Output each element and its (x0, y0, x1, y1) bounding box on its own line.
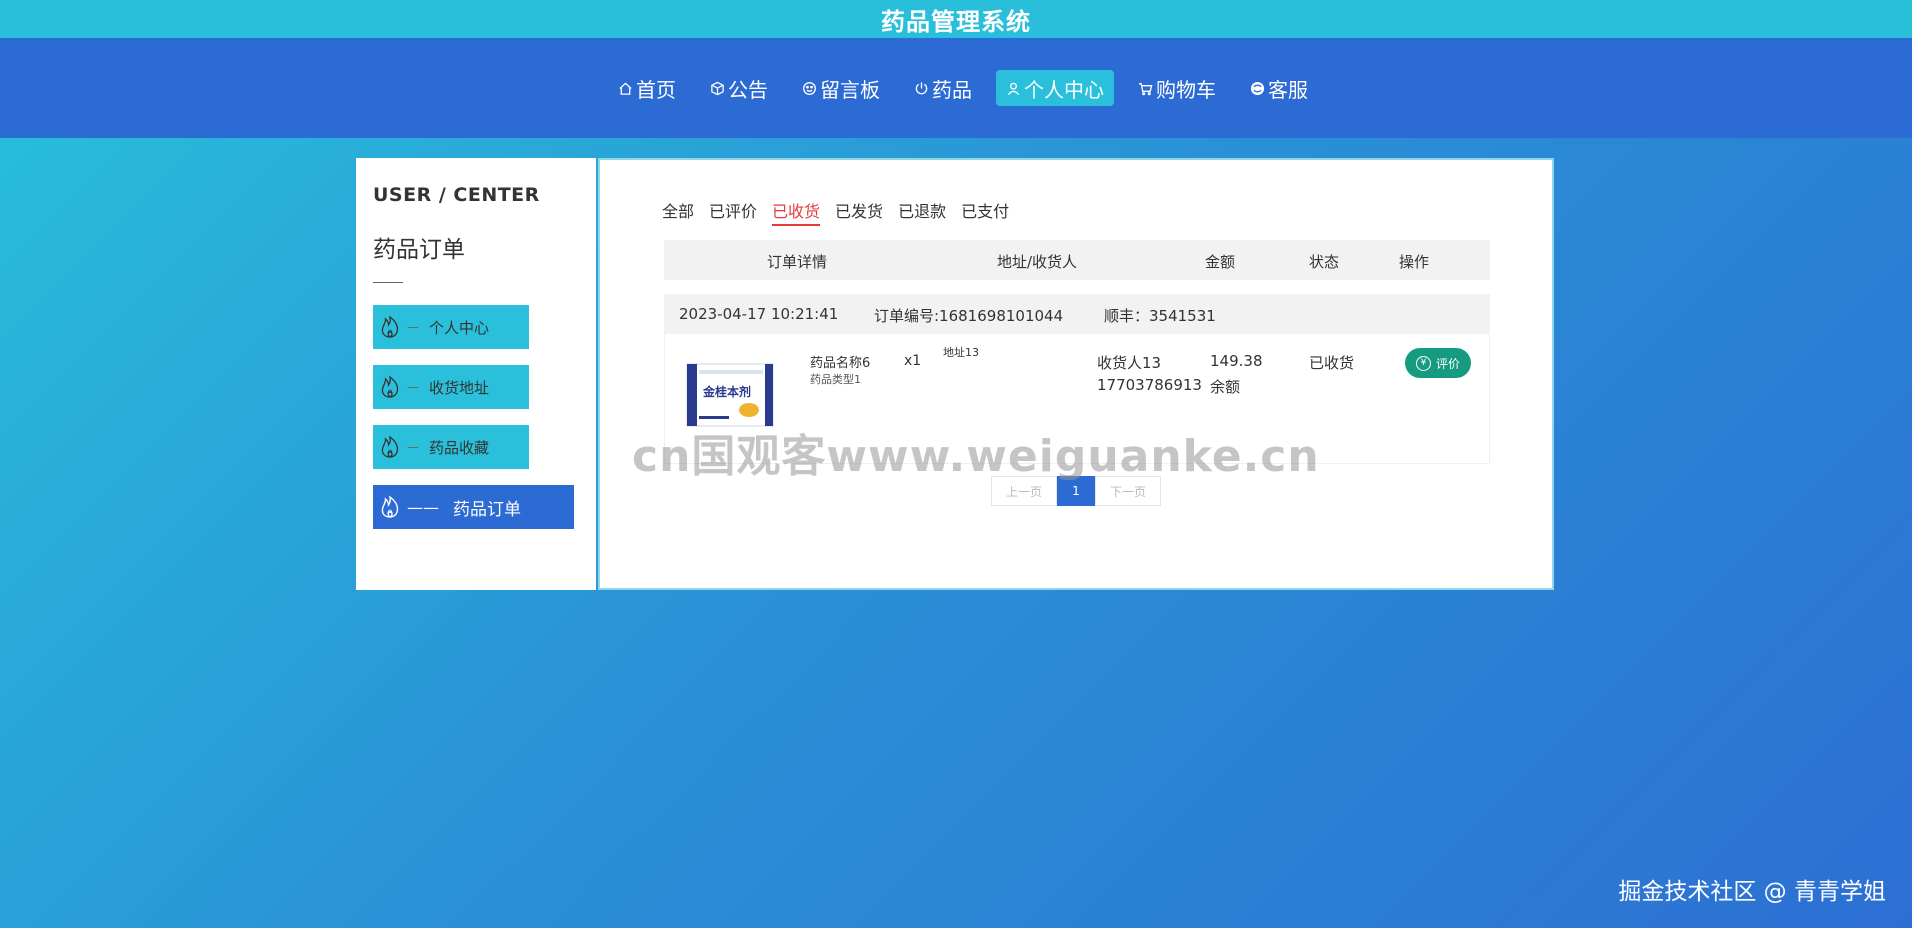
nav-label: 药品 (932, 77, 972, 102)
app-title: 药品管理系统 (881, 7, 1031, 36)
column-header-amount: 金额 (1205, 253, 1236, 271)
user-center-sidebar: USER / CENTER 药品订单 — 个人中心 — 收货地址 — 药品收藏 … (356, 158, 596, 590)
nav-item-service[interactable]: 客服 (1240, 70, 1318, 106)
nav-item-drugs[interactable]: 药品 (904, 70, 982, 106)
receiver: 收货人13 (1097, 354, 1162, 372)
order-status: 已收货 (1309, 354, 1355, 372)
sidebar-item-dash: —— (407, 497, 439, 517)
app-title-bar: 药品管理系统 (0, 0, 1912, 38)
nav-item-user-center[interactable]: 个人中心 (996, 70, 1114, 106)
chat-icon (1250, 81, 1265, 95)
column-header-detail: 订单详情 (767, 253, 828, 271)
product-name: 药品名称6 (810, 356, 871, 371)
payment-method: 余额 (1210, 378, 1241, 396)
tab-paid[interactable]: 已支付 (961, 198, 1009, 226)
nav-label: 公告 (728, 77, 768, 102)
address: 地址13 (943, 346, 979, 359)
sidebar-item-dash: — (407, 380, 419, 394)
user-icon (1007, 82, 1020, 95)
sidebar-item-orders[interactable]: —— 药品订单 (373, 485, 574, 529)
main-nav: 首页 公告 留言板 药品 个人中心 购物车 客服 (0, 38, 1912, 138)
cart-icon (1138, 82, 1153, 95)
sidebar-item-label: 收货地址 (429, 378, 490, 397)
nav-item-home[interactable]: 首页 (608, 70, 686, 106)
product-type: 药品类型1 (810, 373, 861, 386)
flame-icon (381, 495, 399, 518)
sidebar-item-dash: — (407, 440, 419, 454)
sidebar-item-label: 个人中心 (429, 318, 490, 337)
sidebar-title: 药品订单 (373, 237, 465, 263)
face-icon (803, 81, 816, 95)
power-icon (915, 81, 928, 94)
column-header-status: 状态 (1309, 253, 1340, 271)
phone: 17703786913 (1097, 376, 1202, 394)
sidebar-item-dash: — (407, 320, 419, 334)
nav-label: 首页 (636, 77, 676, 102)
home-icon (619, 81, 632, 95)
nav-item-messages[interactable]: 留言板 (792, 70, 890, 106)
column-header-action: 操作 (1399, 253, 1430, 271)
quantity: x1 (904, 353, 922, 369)
tab-reviewed[interactable]: 已评价 (709, 198, 757, 226)
order-header-row: 2023-04-17 10:21:41 订单编号:1681698101044 顺… (664, 294, 1490, 334)
cube-icon (711, 81, 724, 95)
sidebar-item-address[interactable]: — 收货地址 (373, 365, 529, 409)
sidebar-heading: USER / CENTER (373, 184, 540, 206)
flame-icon (381, 315, 399, 338)
amount: 149.38 (1210, 352, 1263, 370)
orders-panel: 全部 已评价 已收货 已发货 已退款 已支付 订单详情 地址/收货人 金额 状态… (598, 158, 1554, 590)
sidebar-item-label: 药品订单 (453, 499, 521, 520)
review-button[interactable]: ¥ 评价 (1405, 348, 1471, 378)
review-button-label: 评价 (1435, 356, 1460, 371)
tab-all[interactable]: 全部 (662, 198, 694, 226)
credit-watermark: 掘金技术社区 @ 青青学姐 (1618, 879, 1886, 905)
nav-label: 购物车 (1156, 77, 1216, 102)
sidebar-item-label: 药品收藏 (429, 438, 490, 457)
tab-shipped[interactable]: 已发货 (835, 198, 883, 226)
order-number: 订单编号:1681698101044 (874, 307, 1064, 325)
sidebar-item-favorites[interactable]: — 药品收藏 (373, 425, 529, 469)
nav-label: 留言板 (820, 77, 880, 102)
nav-label: 客服 (1268, 77, 1308, 102)
order-status-tabs: 全部 已评价 已收货 已发货 已退款 已支付 (662, 198, 1009, 226)
sidebar-divider (373, 282, 403, 283)
order-table-header: 订单详情 地址/收货人 金额 状态 操作 (664, 240, 1490, 280)
courier-tracking: 顺丰：3541531 (1104, 307, 1216, 325)
nav-item-notice[interactable]: 公告 (700, 70, 778, 106)
flame-icon (381, 435, 399, 458)
watermark: cn国观客www.weiguanke.cn (632, 431, 1320, 482)
nav-label: 个人中心 (1024, 77, 1104, 102)
flame-icon (381, 375, 399, 398)
column-header-address: 地址/收货人 (997, 253, 1078, 271)
tab-refunded[interactable]: 已退款 (898, 198, 946, 226)
box-label: 金桂本剂 (702, 384, 751, 399)
nav-item-cart[interactable]: 购物车 (1128, 70, 1226, 106)
order-time: 2023-04-17 10:21:41 (679, 305, 839, 323)
tab-received[interactable]: 已收货 (772, 198, 821, 226)
yen-icon: ¥ (1415, 355, 1431, 371)
sidebar-item-user-center[interactable]: — 个人中心 (373, 305, 529, 349)
